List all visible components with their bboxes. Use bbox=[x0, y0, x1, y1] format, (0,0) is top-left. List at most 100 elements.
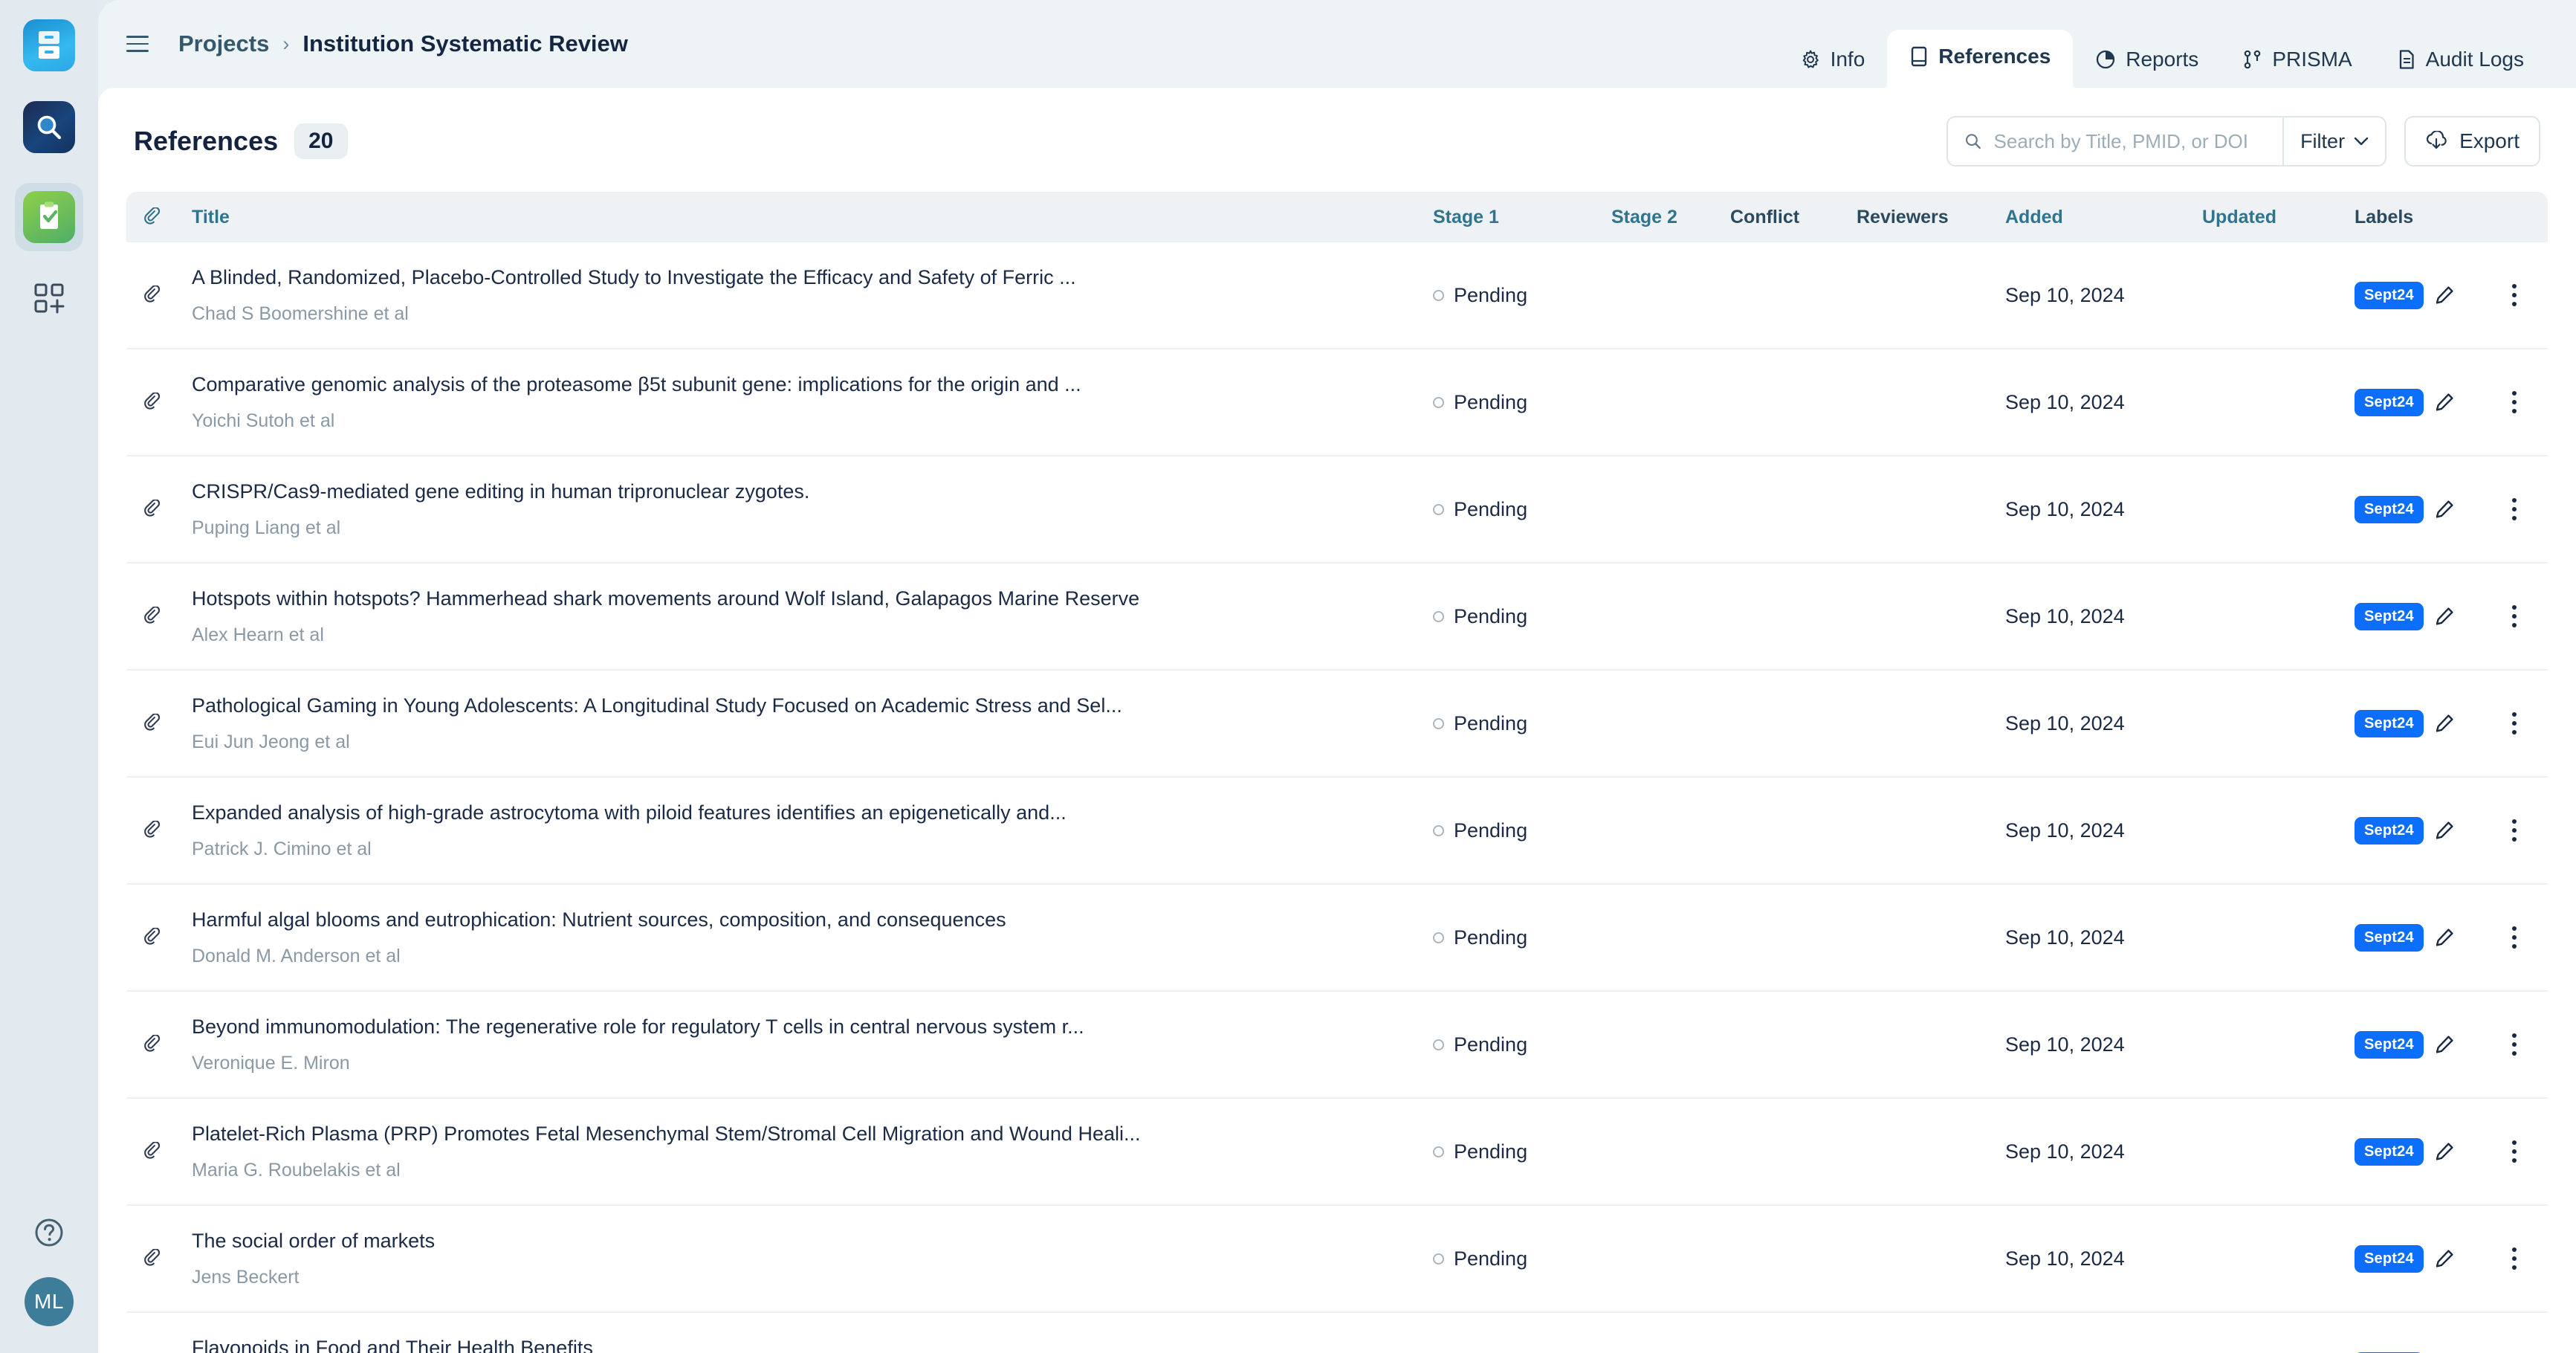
table-row[interactable]: Expanded analysis of high-grade astrocyt… bbox=[126, 778, 2548, 885]
row-title[interactable]: Beyond immunomodulation: The regenerativ… bbox=[192, 1015, 1433, 1039]
table-row[interactable]: Platelet-Rich Plasma (PRP) Promotes Feta… bbox=[126, 1099, 2548, 1206]
row-title[interactable]: Flavonoids in Food and Their Health Bene… bbox=[192, 1336, 1433, 1353]
row-menu-button[interactable] bbox=[2481, 712, 2548, 734]
table-row[interactable]: Flavonoids in Food and Their Health Bene… bbox=[126, 1313, 2548, 1353]
rail-app-library[interactable] bbox=[23, 19, 75, 71]
header-conflict[interactable]: Conflict bbox=[1730, 207, 1857, 228]
row-title[interactable]: Platelet-Rich Plasma (PRP) Promotes Feta… bbox=[192, 1122, 1433, 1146]
row-title[interactable]: Expanded analysis of high-grade astrocyt… bbox=[192, 801, 1433, 824]
tab-references[interactable]: References bbox=[1887, 30, 2073, 88]
row-attachment-button[interactable] bbox=[126, 393, 180, 412]
kebab-menu-icon[interactable] bbox=[2512, 1247, 2517, 1270]
kebab-menu-icon[interactable] bbox=[2512, 926, 2517, 949]
rail-app-review[interactable] bbox=[15, 183, 83, 251]
row-attachment-button[interactable] bbox=[126, 500, 180, 519]
kebab-menu-icon[interactable] bbox=[2512, 819, 2517, 842]
row-labels-cell: Sept24 bbox=[2355, 282, 2481, 309]
export-button[interactable]: Export bbox=[2404, 116, 2540, 167]
kebab-menu-icon[interactable] bbox=[2512, 498, 2517, 520]
tab-reports[interactable]: Reports bbox=[2073, 33, 2221, 88]
row-attachment-button[interactable] bbox=[126, 285, 180, 305]
kebab-menu-icon[interactable] bbox=[2512, 605, 2517, 627]
edit-label-button[interactable] bbox=[2434, 1141, 2455, 1162]
table-row[interactable]: A Blinded, Randomized, Placebo-Controlle… bbox=[126, 242, 2548, 349]
user-avatar[interactable]: ML bbox=[25, 1277, 74, 1326]
label-badge[interactable]: Sept24 bbox=[2355, 1138, 2424, 1166]
header-added[interactable]: Added bbox=[2005, 207, 2202, 228]
rail-app-add[interactable] bbox=[23, 272, 75, 324]
hamburger-icon[interactable] bbox=[126, 36, 149, 52]
row-menu-button[interactable] bbox=[2481, 391, 2548, 413]
kebab-menu-icon[interactable] bbox=[2512, 284, 2517, 306]
header-title[interactable]: Title bbox=[180, 207, 1433, 228]
row-title[interactable]: CRISPR/Cas9-mediated gene editing in hum… bbox=[192, 479, 1433, 503]
edit-label-button[interactable] bbox=[2434, 927, 2455, 948]
row-attachment-button[interactable] bbox=[126, 1249, 180, 1268]
table-row[interactable]: Harmful algal blooms and eutrophication:… bbox=[126, 885, 2548, 992]
row-menu-button[interactable] bbox=[2481, 284, 2548, 306]
row-attachment-button[interactable] bbox=[126, 928, 180, 947]
row-title[interactable]: Harmful algal blooms and eutrophication:… bbox=[192, 908, 1433, 931]
row-title[interactable]: Hotspots within hotspots? Hammerhead sha… bbox=[192, 587, 1433, 610]
header-reviewers[interactable]: Reviewers bbox=[1857, 207, 2005, 228]
row-attachment-button[interactable] bbox=[126, 1035, 180, 1054]
edit-label-button[interactable] bbox=[2434, 1248, 2455, 1269]
table-row[interactable]: CRISPR/Cas9-mediated gene editing in hum… bbox=[126, 456, 2548, 564]
table-row[interactable]: Beyond immunomodulation: The regenerativ… bbox=[126, 992, 2548, 1099]
row-added-date: Sep 10, 2024 bbox=[2005, 819, 2202, 842]
edit-label-button[interactable] bbox=[2434, 713, 2455, 734]
row-title[interactable]: Pathological Gaming in Young Adolescents… bbox=[192, 694, 1433, 717]
row-menu-button[interactable] bbox=[2481, 819, 2548, 842]
search-input[interactable] bbox=[1994, 130, 2267, 153]
table-row[interactable]: Pathological Gaming in Young Adolescents… bbox=[126, 671, 2548, 778]
header-stage1[interactable]: Stage 1 bbox=[1433, 207, 1611, 228]
edit-label-button[interactable] bbox=[2434, 392, 2455, 413]
row-menu-button[interactable] bbox=[2481, 498, 2548, 520]
row-menu-button[interactable] bbox=[2481, 605, 2548, 627]
row-attachment-button[interactable] bbox=[126, 821, 180, 840]
kebab-menu-icon[interactable] bbox=[2512, 1140, 2517, 1163]
row-attachment-button[interactable] bbox=[126, 607, 180, 626]
edit-label-button[interactable] bbox=[2434, 285, 2455, 306]
label-badge[interactable]: Sept24 bbox=[2355, 389, 2424, 416]
row-attachment-button[interactable] bbox=[126, 714, 180, 733]
search-box[interactable] bbox=[1948, 130, 2282, 153]
kebab-menu-icon[interactable] bbox=[2512, 391, 2517, 413]
row-menu-button[interactable] bbox=[2481, 1247, 2548, 1270]
label-badge[interactable]: Sept24 bbox=[2355, 710, 2424, 737]
row-title[interactable]: A Blinded, Randomized, Placebo-Controlle… bbox=[192, 265, 1433, 289]
label-badge[interactable]: Sept24 bbox=[2355, 282, 2424, 309]
filter-dropdown[interactable]: Filter bbox=[2282, 117, 2385, 165]
tab-prisma[interactable]: PRISMA bbox=[2221, 33, 2374, 88]
row-menu-button[interactable] bbox=[2481, 1033, 2548, 1056]
label-badge[interactable]: Sept24 bbox=[2355, 603, 2424, 630]
table-row[interactable]: Comparative genomic analysis of the prot… bbox=[126, 349, 2548, 456]
row-menu-button[interactable] bbox=[2481, 926, 2548, 949]
kebab-menu-icon[interactable] bbox=[2512, 712, 2517, 734]
edit-label-button[interactable] bbox=[2434, 820, 2455, 841]
table-row[interactable]: The social order of markets Jens Beckert… bbox=[126, 1206, 2548, 1313]
table-row[interactable]: Hotspots within hotspots? Hammerhead sha… bbox=[126, 564, 2548, 671]
header-updated[interactable]: Updated bbox=[2202, 207, 2355, 228]
label-badge[interactable]: Sept24 bbox=[2355, 924, 2424, 952]
breadcrumb-projects[interactable]: Projects bbox=[178, 30, 269, 57]
label-badge[interactable]: Sept24 bbox=[2355, 1031, 2424, 1059]
row-title[interactable]: Comparative genomic analysis of the prot… bbox=[192, 372, 1433, 396]
tab-info[interactable]: Info bbox=[1778, 33, 1888, 88]
help-button[interactable] bbox=[33, 1216, 65, 1249]
header-stage2[interactable]: Stage 2 bbox=[1611, 207, 1730, 228]
kebab-menu-icon[interactable] bbox=[2512, 1033, 2517, 1056]
edit-label-button[interactable] bbox=[2434, 606, 2455, 627]
rail-footer: ML bbox=[25, 1216, 74, 1353]
row-menu-button[interactable] bbox=[2481, 1140, 2548, 1163]
edit-label-button[interactable] bbox=[2434, 1034, 2455, 1055]
label-badge[interactable]: Sept24 bbox=[2355, 1245, 2424, 1273]
label-badge[interactable]: Sept24 bbox=[2355, 817, 2424, 845]
row-title[interactable]: The social order of markets bbox=[192, 1229, 1433, 1253]
label-badge[interactable]: Sept24 bbox=[2355, 496, 2424, 523]
row-attachment-button[interactable] bbox=[126, 1142, 180, 1161]
tab-audit-logs[interactable]: Audit Logs bbox=[2375, 33, 2546, 88]
rail-app-search[interactable] bbox=[23, 101, 75, 153]
edit-label-button[interactable] bbox=[2434, 499, 2455, 520]
header-labels[interactable]: Labels bbox=[2355, 207, 2481, 228]
